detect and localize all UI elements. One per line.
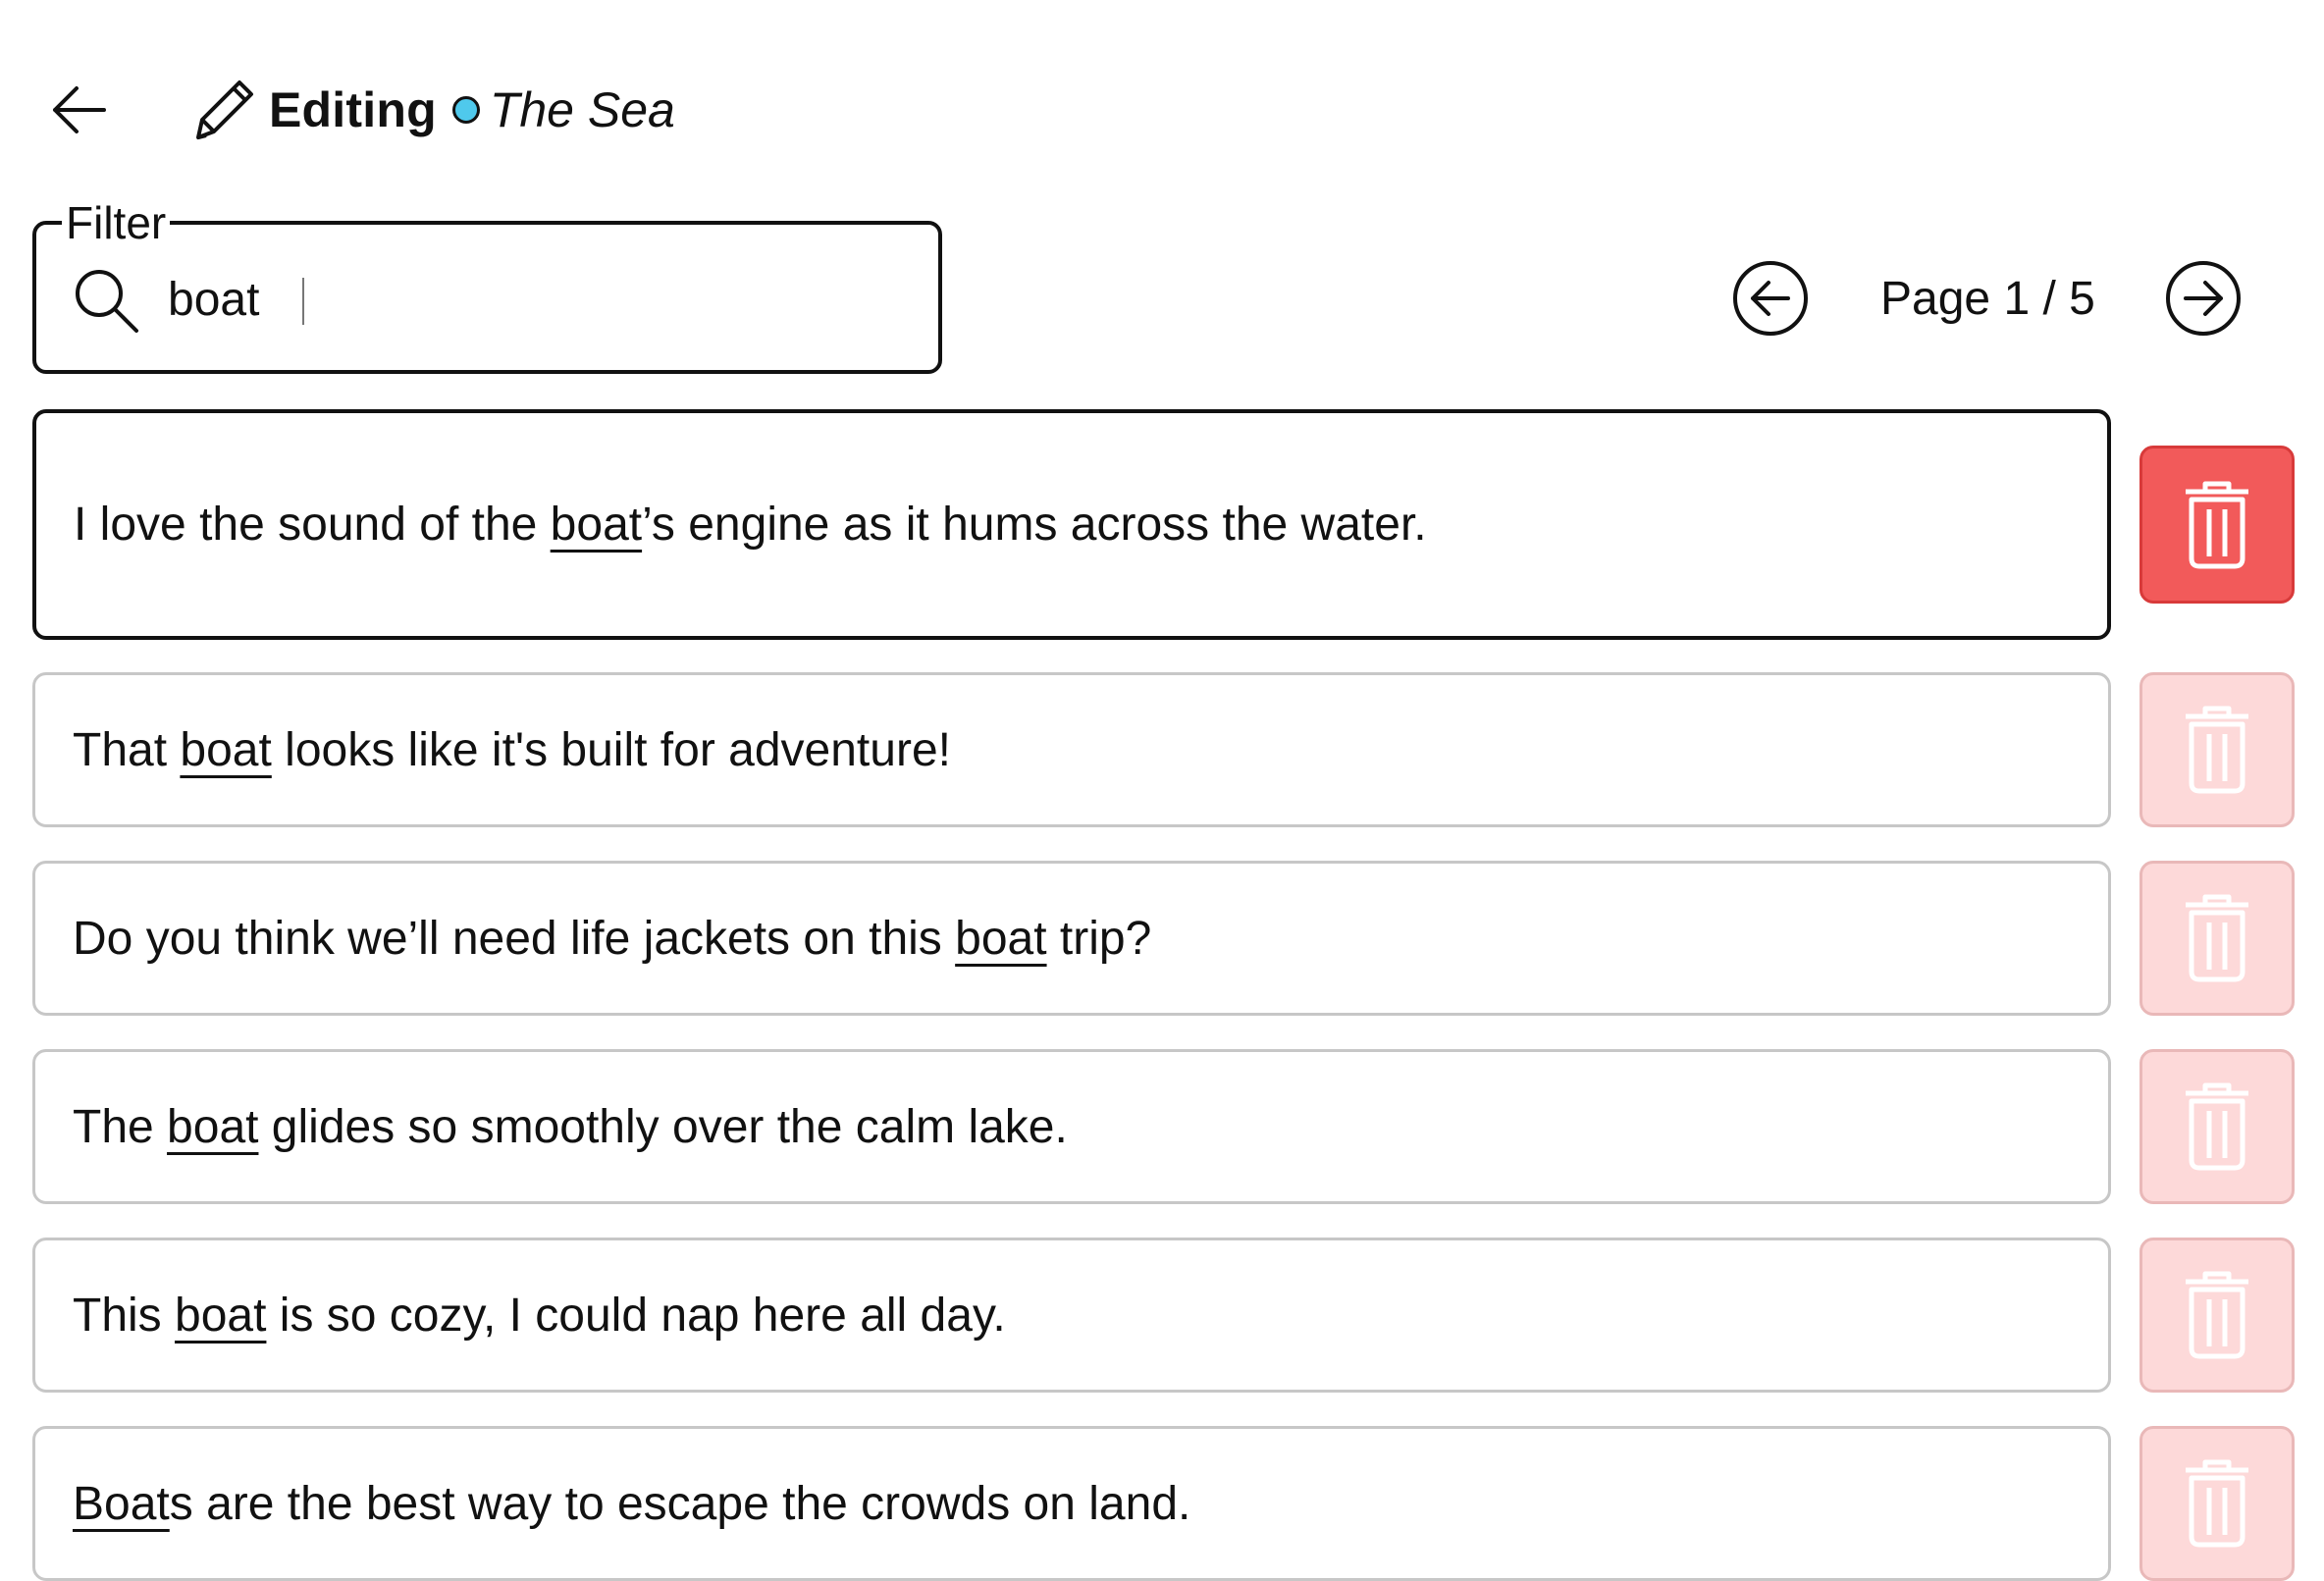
pagination: Page 1 / 5 [1731,257,2243,340]
trash-icon [2186,1459,2248,1548]
status-dot [451,96,480,124]
filter-label: Filter [62,197,171,248]
next-page-button[interactable] [2164,259,2243,338]
match-highlight: boat [550,499,643,551]
document-title: The Sea [489,82,675,137]
sentence-row[interactable]: That boat looks like it's built for adve… [32,672,2111,827]
sentence-text: Boats are the best way to escape the cro… [73,1477,1191,1530]
arrow-right-circle-icon [2165,261,2241,336]
match-highlight: boat [167,1100,259,1153]
text-caret [302,278,304,325]
sentence-text: This boat is so cozy, I could nap here a… [73,1289,1006,1342]
pencil-icon [183,69,265,151]
sentence-row[interactable]: Boats are the best way to escape the cro… [32,1426,2111,1581]
sentence-row[interactable]: The boat glides so smoothly over the cal… [32,1049,2111,1204]
filter-field[interactable]: Filter [32,197,942,374]
trash-icon [2186,1082,2248,1171]
filter-input[interactable] [156,258,925,341]
sentence-row[interactable]: I love the sound of the boat’s engine as… [32,409,2111,640]
delete-button[interactable] [2139,861,2295,1016]
sentence-text: The boat glides so smoothly over the cal… [73,1100,1068,1153]
trash-icon [2186,706,2248,794]
page-indicator: Page 1 / 5 [1880,272,2095,325]
back-button[interactable] [39,71,118,149]
match-highlight: boat [175,1289,267,1342]
delete-button[interactable] [2139,446,2295,604]
editor-header: Editing The Sea [39,71,675,149]
sentence-text: Do you think we’ll need life jackets on … [73,912,1152,965]
arrow-left-circle-icon [1733,261,1808,336]
delete-button[interactable] [2139,672,2295,827]
mode-label: Editing [269,82,437,137]
sentence-text: That boat looks like it's built for adve… [73,723,951,776]
trash-icon [2186,894,2248,982]
delete-button[interactable] [2139,1049,2295,1204]
delete-button[interactable] [2139,1238,2295,1393]
delete-button[interactable] [2139,1426,2295,1581]
sentence-row[interactable]: This boat is so cozy, I could nap here a… [32,1238,2111,1393]
sentence-row[interactable]: Do you think we’ll need life jackets on … [32,861,2111,1016]
match-highlight: boat [180,723,272,776]
trash-icon [2186,481,2248,568]
match-highlight: Boat [73,1477,170,1530]
trash-icon [2186,1271,2248,1359]
arrow-left-icon [53,86,106,133]
previous-page-button[interactable] [1731,259,1810,338]
sentence-text: I love the sound of the boat’s engine as… [74,499,1427,551]
search-icon [76,270,138,333]
match-highlight: boat [955,912,1047,965]
